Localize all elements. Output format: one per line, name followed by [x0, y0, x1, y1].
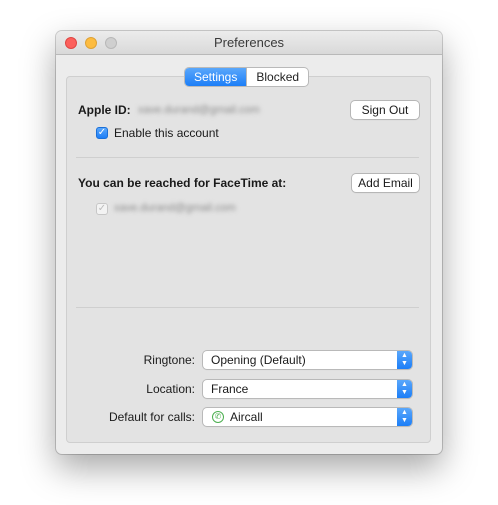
tab-control: Settings Blocked	[185, 68, 309, 86]
window-title: Preferences	[213, 35, 285, 50]
location-select[interactable]: France ▲ ▼	[203, 380, 412, 398]
divider	[76, 307, 419, 308]
title-bar[interactable]: Preferences	[56, 31, 442, 55]
location-label: Location:	[146, 382, 195, 396]
checkbox-check-icon: ✓	[97, 203, 107, 214]
sign-out-button[interactable]: Sign Out	[351, 101, 419, 119]
tab-settings[interactable]: Settings	[185, 68, 247, 86]
facetime-email-value: xave.durand@gmail.com	[114, 202, 236, 214]
location-value: France	[211, 382, 249, 396]
chevron-updown-icon: ▲ ▼	[397, 380, 412, 398]
divider	[76, 157, 419, 158]
apple-id-value: xave.durand@gmail.com	[138, 104, 260, 116]
chevron-updown-icon: ▲ ▼	[397, 351, 412, 369]
preferences-window: Preferences Settings Blocked Apple ID: x…	[56, 31, 442, 454]
enable-account-label: Enable this account	[114, 126, 219, 140]
facetime-reach-label: You can be reached for FaceTime at:	[78, 176, 287, 190]
enable-account-checkbox[interactable]: ✓	[96, 127, 108, 139]
apple-id-label: Apple ID:	[78, 103, 131, 117]
phone-icon: ✆	[212, 411, 224, 423]
add-email-button[interactable]: Add Email	[352, 174, 419, 192]
facetime-email-checkbox[interactable]: ✓	[96, 203, 108, 215]
default-calls-value: Aircall	[230, 410, 263, 424]
default-calls-select[interactable]: ✆ Aircall ▲ ▼	[203, 408, 412, 426]
default-calls-label: Default for calls:	[108, 410, 195, 424]
ringtone-value: Opening (Default)	[211, 353, 306, 367]
chevron-updown-icon: ▲ ▼	[397, 408, 412, 426]
tab-blocked[interactable]: Blocked	[246, 68, 308, 86]
ringtone-label: Ringtone:	[143, 353, 195, 367]
checkbox-check-icon: ✓	[97, 127, 107, 138]
ringtone-select[interactable]: Opening (Default) ▲ ▼	[203, 351, 412, 369]
